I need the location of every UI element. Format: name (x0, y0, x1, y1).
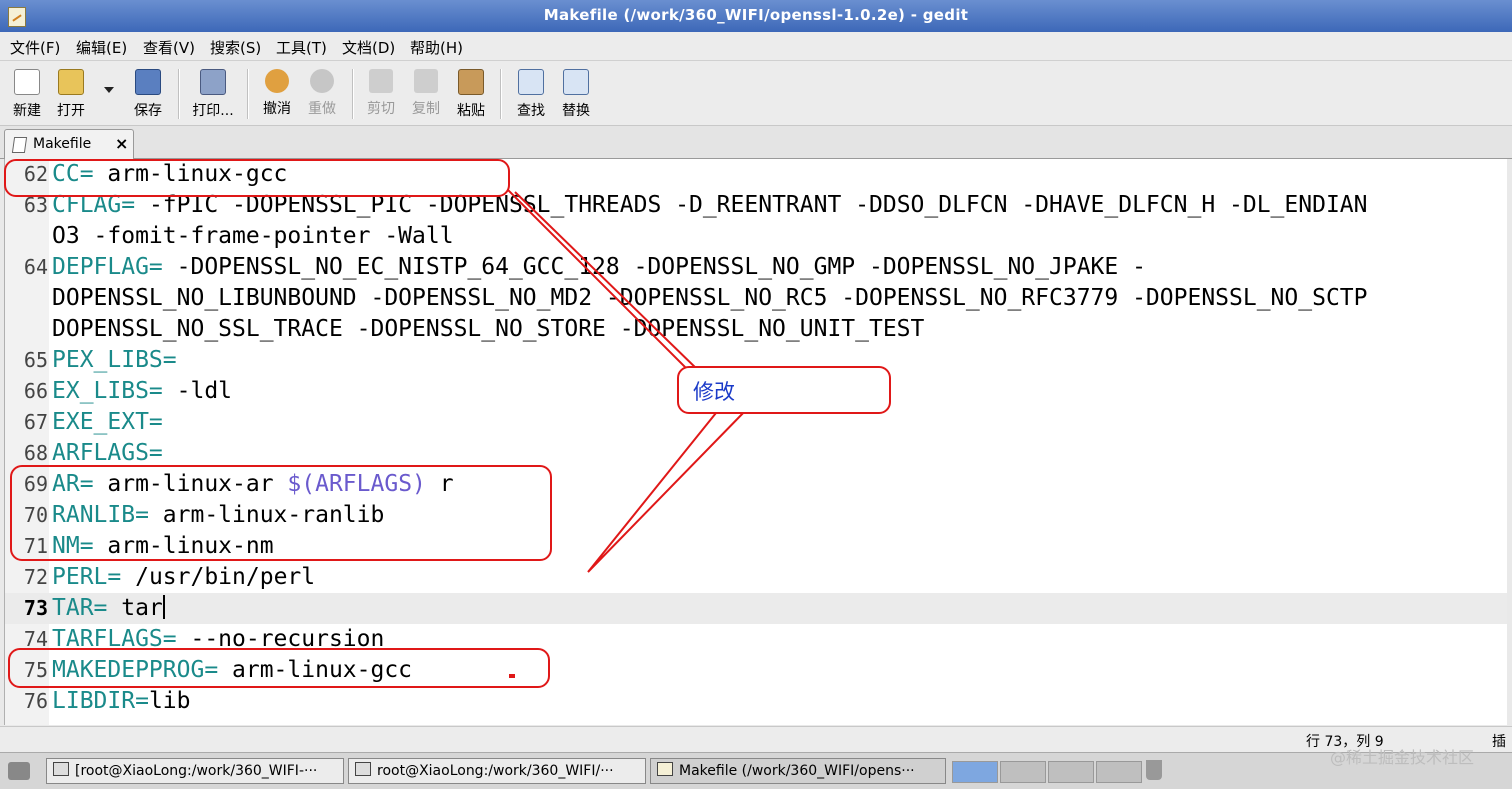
taskbar-terminal-2[interactable]: root@XiaoLong:/work/360_WIFI/··· (348, 758, 646, 784)
workspace-1[interactable] (952, 761, 998, 783)
workspace-2[interactable] (1000, 761, 1046, 783)
callout-line-top-2 (514, 191, 701, 373)
callout-line-bottom (587, 407, 749, 573)
watermark: @稀土掘金技术社区 (1330, 748, 1475, 767)
gedit-icon (657, 762, 673, 776)
workspace-4[interactable] (1096, 761, 1142, 783)
taskbar-item-label: [root@XiaoLong:/work/360_WIFI-··· (75, 763, 318, 779)
terminal-icon (53, 762, 69, 776)
taskbar-terminal-1[interactable]: [root@XiaoLong:/work/360_WIFI-··· (46, 758, 344, 784)
trash-icon[interactable] (1146, 760, 1162, 780)
show-desktop-icon[interactable] (8, 762, 30, 780)
terminal-icon (355, 762, 371, 776)
taskbar: [root@XiaoLong:/work/360_WIFI-··· root@X… (0, 752, 1512, 789)
annotation-callout: 修改 (677, 366, 891, 414)
annotation-label: 修改 (693, 380, 735, 404)
status-bar: 行 73，列 9 插 (0, 726, 1512, 753)
taskbar-item-label: root@XiaoLong:/work/360_WIFI/··· (377, 763, 614, 779)
workspace-3[interactable] (1048, 761, 1094, 783)
taskbar-item-label: Makefile (/work/360_WIFI/opens··· (679, 763, 915, 779)
insert-mode: 插 (1492, 734, 1506, 750)
taskbar-gedit[interactable]: Makefile (/work/360_WIFI/opens··· (650, 758, 946, 784)
